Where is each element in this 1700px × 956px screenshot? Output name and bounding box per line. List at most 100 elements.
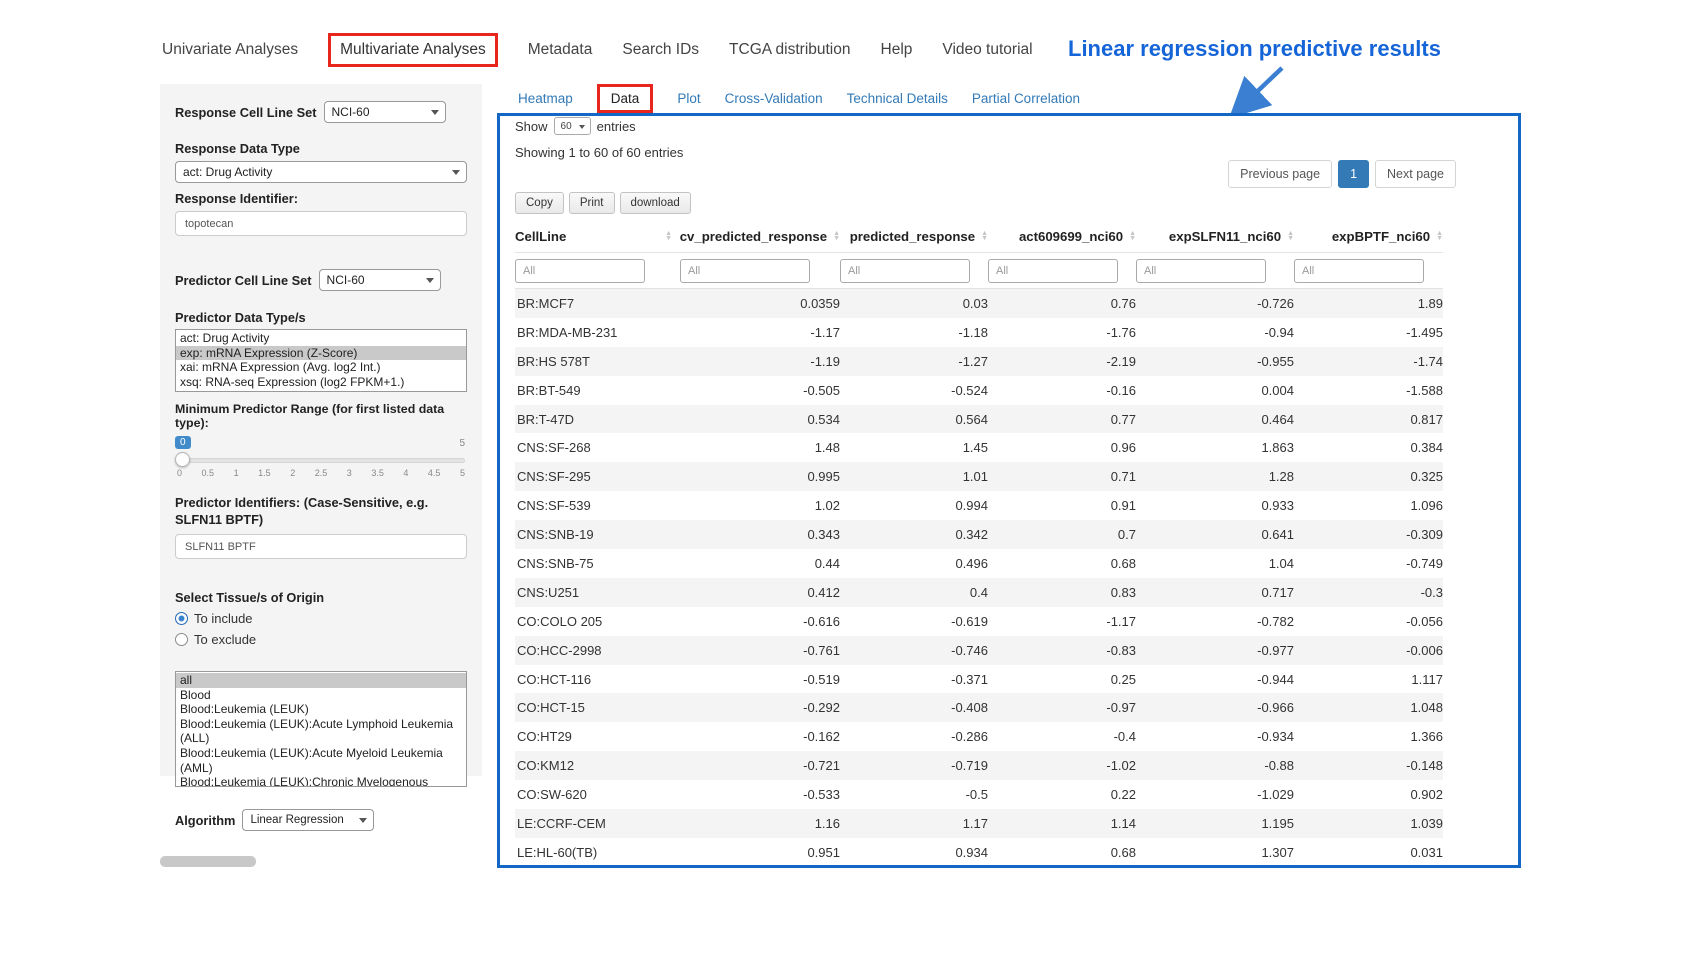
table-row[interactable]: BR:MCF7 0.0359 0.03 0.76 -0.726 1.89 <box>515 289 1443 318</box>
expslfn11-nci60-cell: 1.04 <box>1136 556 1294 571</box>
result-tab[interactable]: Partial Correlation <box>972 91 1080 106</box>
table-row[interactable]: BR:MDA-MB-231 -1.17 -1.18 -1.76 -0.94 -1… <box>515 318 1443 347</box>
column-header-predicted-response[interactable]: predicted_response ▲▼ <box>840 229 988 244</box>
tissue-option[interactable]: all <box>176 673 466 688</box>
tissue-option[interactable]: Blood:Leukemia (LEUK) <box>176 702 466 717</box>
tissue-option[interactable]: Blood:Leukemia (LEUK):Acute Myeloid Leuk… <box>176 746 466 775</box>
column-header-expslfn11-nci60[interactable]: expSLFN11_nci60 ▲▼ <box>1136 229 1294 244</box>
tissue-option[interactable]: Blood:Leukemia (LEUK):Acute Lymphoid Leu… <box>176 717 466 746</box>
table-row[interactable]: BR:HS 578T -1.19 -1.27 -2.19 -0.955 -1.7… <box>515 347 1443 376</box>
sort-icon[interactable]: ▲▼ <box>665 231 672 242</box>
top-nav-item[interactable]: Video tutorial <box>942 41 1032 59</box>
table-row[interactable]: CO:SW-620 -0.533 -0.5 0.22 -1.029 0.902 <box>515 780 1443 809</box>
filter-input-predicted-response[interactable] <box>840 259 970 283</box>
predictor-data-type-option[interactable]: act: Drug Activity <box>176 331 466 346</box>
table-row[interactable]: CNS:SF-268 1.48 1.45 0.96 1.863 0.384 <box>515 433 1443 462</box>
result-tab[interactable]: Plot <box>677 91 700 106</box>
column-header-cellline[interactable]: CellLine ▲▼ <box>515 229 680 244</box>
table-row[interactable]: CO:HCT-116 -0.519 -0.371 0.25 -0.944 1.1… <box>515 665 1443 694</box>
cv-predicted-response-cell: 0.0359 <box>680 296 840 311</box>
response-cell-line-set-select[interactable]: NCI-60 <box>324 101 446 123</box>
algorithm-select[interactable]: Linear Regression <box>242 809 374 831</box>
expslfn11-nci60-cell: 0.004 <box>1136 383 1294 398</box>
result-tab[interactable]: Data <box>597 84 654 113</box>
filter-input-expbptf-nci60[interactable] <box>1294 259 1424 283</box>
table-body: BR:MCF7 0.0359 0.03 0.76 -0.726 1.89 BR:… <box>515 289 1443 867</box>
response-data-type-select[interactable]: act: Drug Activity <box>175 161 467 183</box>
sort-icon[interactable]: ▲▼ <box>981 231 988 242</box>
expslfn11-nci60-cell: 0.933 <box>1136 498 1294 513</box>
current-page-button[interactable]: 1 <box>1338 160 1369 188</box>
expbptf-nci60-cell: 1.048 <box>1294 700 1443 715</box>
predictor-data-type-option[interactable]: xai: mRNA Expression (Avg. log2 Int.) <box>176 360 466 375</box>
top-nav-item[interactable]: Metadata <box>528 41 593 59</box>
export-button[interactable]: download <box>620 192 691 214</box>
column-header-cv-predicted-response[interactable]: cv_predicted_response ▲▼ <box>680 229 840 244</box>
result-tab[interactable]: Cross-Validation <box>725 91 823 106</box>
table-row[interactable]: LE:HL-60(TB) 0.951 0.934 0.68 1.307 0.03… <box>515 838 1443 867</box>
previous-page-button[interactable]: Previous page <box>1228 160 1332 188</box>
cellline-cell: CO:SW-620 <box>515 787 680 802</box>
slider-handle[interactable] <box>175 452 190 467</box>
filter-input-expslfn11-nci60[interactable] <box>1136 259 1266 283</box>
min-predictor-range-slider[interactable]: 0 5 00.511.522.533.544.55 <box>175 436 467 482</box>
expslfn11-nci60-cell: -0.782 <box>1136 614 1294 629</box>
sort-icon[interactable]: ▲▼ <box>1129 231 1136 242</box>
sort-icon[interactable]: ▲▼ <box>1436 231 1443 242</box>
table-row[interactable]: CO:COLO 205 -0.616 -0.619 -1.17 -0.782 -… <box>515 607 1443 636</box>
table-row[interactable]: CNS:SNB-19 0.343 0.342 0.7 0.641 -0.309 <box>515 520 1443 549</box>
predictor-data-type-option[interactable]: exp: mRNA Expression (Z-Score) <box>176 346 466 361</box>
table-row[interactable]: BR:BT-549 -0.505 -0.524 -0.16 0.004 -1.5… <box>515 376 1443 405</box>
expslfn11-nci60-cell: 0.717 <box>1136 585 1294 600</box>
table-row[interactable]: CNS:SF-295 0.995 1.01 0.71 1.28 0.325 <box>515 462 1443 491</box>
table-row[interactable]: LE:CCRF-CEM 1.16 1.17 1.14 1.195 1.039 <box>515 809 1443 838</box>
show-entries-select[interactable]: 60 <box>554 117 591 135</box>
tissue-option[interactable]: Blood:Leukemia (LEUK):Chronic Myelogenou… <box>176 775 466 787</box>
column-header-expbptf-nci60[interactable]: expBPTF_nci60 ▲▼ <box>1294 229 1443 244</box>
tissue-origin-radio[interactable]: To exclude <box>175 632 467 647</box>
tissue-origin-radio[interactable]: To include <box>175 611 467 626</box>
column-header-label: expBPTF_nci60 <box>1332 229 1430 244</box>
table-row[interactable]: CO:HCT-15 -0.292 -0.408 -0.97 -0.966 1.0… <box>515 693 1443 722</box>
table-row[interactable]: CO:KM12 -0.721 -0.719 -1.02 -0.88 -0.148 <box>515 751 1443 780</box>
table-row[interactable]: CNS:SNB-75 0.44 0.496 0.68 1.04 -0.749 <box>515 549 1443 578</box>
predicted-response-cell: -0.524 <box>840 383 988 398</box>
expslfn11-nci60-cell: -0.726 <box>1136 296 1294 311</box>
slider-track[interactable] <box>177 458 465 463</box>
top-nav-item[interactable]: Help <box>881 41 913 59</box>
tissue-option[interactable]: Blood <box>176 688 466 703</box>
table-row[interactable]: BR:T-47D 0.534 0.564 0.77 0.464 0.817 <box>515 405 1443 434</box>
expslfn11-nci60-cell: 0.641 <box>1136 527 1294 542</box>
predictor-data-type-option[interactable]: xsq: RNA-seq Expression (log2 FPKM+1.) <box>176 375 466 390</box>
filter-input-cv-predicted-response[interactable] <box>680 259 810 283</box>
filter-input-cellline[interactable] <box>515 259 645 283</box>
top-nav-item[interactable]: Multivariate Analyses <box>328 33 498 67</box>
table-row[interactable]: CO:HCC-2998 -0.761 -0.746 -0.83 -0.977 -… <box>515 636 1443 665</box>
filter-input-act609699-nci60[interactable] <box>988 259 1118 283</box>
cellline-cell: BR:MDA-MB-231 <box>515 325 680 340</box>
predictor-cell-line-set-label: Predictor Cell Line Set <box>175 273 312 288</box>
top-nav-item[interactable]: Search IDs <box>622 41 699 59</box>
sort-icon[interactable]: ▲▼ <box>1287 231 1294 242</box>
next-page-button[interactable]: Next page <box>1375 160 1456 188</box>
top-nav-item[interactable]: TCGA distribution <box>729 41 850 59</box>
column-header-act609699-nci60[interactable]: act609699_nci60 ▲▼ <box>988 229 1136 244</box>
table-row[interactable]: CO:HT29 -0.162 -0.286 -0.4 -0.934 1.366 <box>515 722 1443 751</box>
show-entries-suffix: entries <box>597 119 636 134</box>
table-row[interactable]: CNS:U251 0.412 0.4 0.83 0.717 -0.3 <box>515 578 1443 607</box>
export-button[interactable]: Copy <box>515 192 564 214</box>
export-button[interactable]: Print <box>569 192 615 214</box>
predictor-identifiers-input[interactable] <box>175 534 467 559</box>
sort-icon[interactable]: ▲▼ <box>833 231 840 242</box>
cellline-cell: BR:BT-549 <box>515 383 680 398</box>
response-identifier-input[interactable] <box>175 211 467 236</box>
predicted-response-cell: -0.408 <box>840 700 988 715</box>
result-tab[interactable]: Technical Details <box>847 91 948 106</box>
annotation-arrow-icon <box>1222 62 1296 120</box>
result-tab[interactable]: Heatmap <box>518 91 573 106</box>
slider-tick-label: 4.5 <box>428 468 441 478</box>
act609699-nci60-cell: 1.14 <box>988 816 1136 831</box>
predictor-cell-line-set-select[interactable]: NCI-60 <box>319 269 441 291</box>
table-row[interactable]: CNS:SF-539 1.02 0.994 0.91 0.933 1.096 <box>515 491 1443 520</box>
top-nav-item[interactable]: Univariate Analyses <box>162 41 298 59</box>
